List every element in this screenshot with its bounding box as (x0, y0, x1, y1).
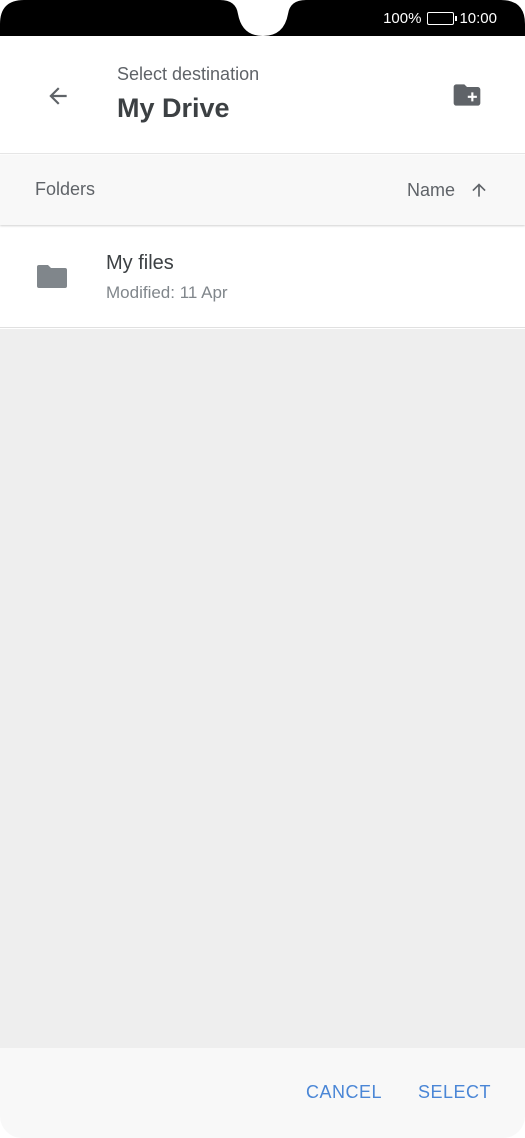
create-new-folder-icon (453, 84, 481, 106)
header-subtitle: Select destination (117, 64, 260, 84)
battery-icon (427, 11, 458, 25)
page-title: My Drive (117, 93, 230, 123)
arrow-back-icon (49, 87, 67, 105)
empty-list-area (0, 329, 525, 1048)
folder-icon (37, 265, 67, 288)
folder-modified-date: Modified: 11 Apr (106, 283, 228, 302)
cancel-button[interactable]: CANCEL (306, 1082, 382, 1103)
folder-row-my-files[interactable]: My files Modified: 11 Apr (0, 225, 525, 328)
select-button[interactable]: SELECT (418, 1082, 491, 1103)
back-button[interactable] (36, 74, 80, 118)
status-bar: 100% 10:00 (0, 0, 525, 36)
new-folder-button[interactable] (444, 72, 490, 118)
dialog-footer: CANCEL SELECT (0, 1048, 525, 1138)
battery-percent: 100% (383, 9, 422, 27)
sort-by-name-button[interactable]: Name (407, 173, 489, 207)
clock: 10:00 (459, 9, 497, 27)
list-column-header: Folders Name (0, 155, 525, 225)
screen: 100% 10:00 Select destination My Drive F… (0, 0, 525, 1138)
status-indicators: 100% 10:00 (383, 8, 497, 28)
app-header: Select destination My Drive (0, 36, 525, 154)
sort-label: Name (406, 179, 455, 200)
arrow-up-icon (472, 183, 486, 197)
folder-name: My files (106, 252, 174, 274)
folder-list: My files Modified: 11 Apr (0, 225, 525, 328)
folders-column-label: Folders (35, 179, 96, 199)
